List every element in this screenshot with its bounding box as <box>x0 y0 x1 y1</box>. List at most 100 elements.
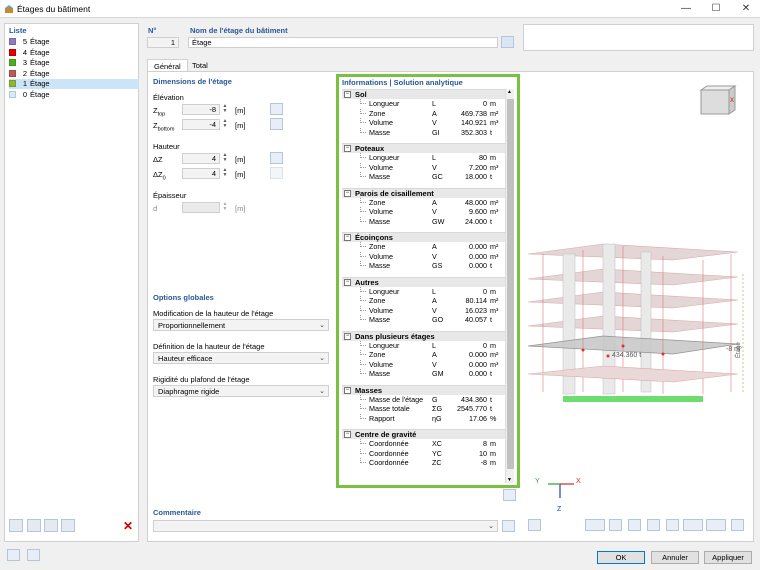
window-title: Étages du bâtiment <box>17 4 91 14</box>
display-mode-button[interactable] <box>585 519 605 531</box>
model-view[interactable]: 434.360 t -8 m Étage X X Y Z <box>523 74 753 539</box>
dz0-button[interactable] <box>270 167 283 179</box>
view-options-button[interactable] <box>528 519 541 531</box>
copy-story-button[interactable] <box>27 519 41 532</box>
list-item[interactable]: 3 Étage <box>9 58 139 68</box>
height-mod-select[interactable]: Proportionnellement ⌄ <box>153 319 329 331</box>
tree-line <box>360 296 366 301</box>
no-field[interactable]: 1 <box>147 37 179 48</box>
comment-title: Commentaire <box>153 508 201 517</box>
zbottom-field[interactable]: -4 <box>182 119 220 130</box>
collapse-icon[interactable]: − <box>344 189 351 197</box>
view-3-button[interactable] <box>647 519 660 531</box>
pick-ztop-button[interactable] <box>270 103 283 115</box>
units-button[interactable] <box>7 549 20 561</box>
dz-button[interactable] <box>270 152 283 164</box>
dz-spinner[interactable]: ▲ ▼ <box>221 153 229 164</box>
collapse-icon[interactable]: − <box>344 278 351 286</box>
height-def-select[interactable]: Hauteur efficace ⌄ <box>153 352 329 364</box>
comment-input[interactable]: ⌄ <box>153 520 498 532</box>
ztop-unit: [m] <box>235 106 246 115</box>
list-item[interactable]: 0 Étage <box>9 90 139 100</box>
row-symbol: V <box>432 305 437 315</box>
ok-button[interactable]: OK <box>597 551 645 564</box>
info-row: Masse de l'étage G 434.360 t <box>342 394 509 405</box>
info-section[interactable]: − Parois de cisaillement <box>342 187 509 198</box>
info-row: Volume V 9.600 m³ <box>342 207 509 217</box>
zbottom-unit: [m] <box>235 121 246 130</box>
dz0-spinner[interactable]: ▲ ▼ <box>221 168 229 179</box>
rigidity-select[interactable]: Diaphragme rigide ⌄ <box>153 385 329 397</box>
info-section[interactable]: − Centre de gravité <box>342 429 509 439</box>
info-section[interactable]: − Masses <box>342 384 509 395</box>
color-swatch <box>9 91 16 98</box>
delete-icon[interactable]: ✕ <box>121 520 135 533</box>
info-section[interactable]: − Dans plusieurs étages <box>342 330 509 341</box>
comment-library-button[interactable] <box>502 520 515 532</box>
collapse-icon[interactable]: − <box>344 145 351 152</box>
row-name: Masse <box>369 261 391 270</box>
info-section[interactable]: − Sol <box>342 89 509 99</box>
minimize-button[interactable]: — <box>671 0 701 18</box>
row-value: 40.057 <box>465 315 487 324</box>
ztop-spinner[interactable]: ▲ ▼ <box>221 104 229 115</box>
new-story-button[interactable] <box>9 519 23 532</box>
list-item[interactable]: 2 Étage <box>9 69 139 79</box>
d-field[interactable] <box>182 202 220 213</box>
cancel-button[interactable]: Annuler <box>651 551 699 564</box>
dz-field[interactable]: 4 <box>182 153 220 164</box>
info-section[interactable]: − Écoinçons <box>342 232 509 242</box>
scroll-thumb[interactable] <box>507 99 514 469</box>
view-cube-x[interactable]: X <box>730 98 734 104</box>
insert-story-button[interactable] <box>44 519 58 532</box>
tree-line <box>360 305 366 311</box>
ztop-field[interactable]: -8 <box>182 104 220 115</box>
info-section[interactable]: − Poteaux <box>342 143 509 153</box>
edit-name-button[interactable] <box>501 36 514 48</box>
list-item[interactable]: 5 Étage <box>9 37 139 47</box>
collapse-icon[interactable]: − <box>344 91 351 98</box>
export-table-button[interactable] <box>503 489 516 501</box>
row-unit: m³ <box>490 359 499 369</box>
list-item[interactable]: 4 Étage <box>9 48 139 58</box>
visibility-button[interactable] <box>706 519 726 531</box>
formula-button[interactable] <box>27 549 40 561</box>
d-spinner[interactable]: ▲ ▼ <box>221 202 229 213</box>
view-2-button[interactable] <box>628 519 641 531</box>
row-symbol: ZC <box>432 458 442 467</box>
maximize-button[interactable]: ☐ <box>701 0 731 18</box>
apply-button[interactable]: Appliquer <box>704 551 752 564</box>
tree-line <box>360 162 366 168</box>
elevation-label: Élévation <box>153 93 184 102</box>
row-symbol: GS <box>432 261 443 270</box>
collapse-icon[interactable]: − <box>344 386 351 394</box>
scroll-up-icon[interactable]: ▲ <box>507 89 512 95</box>
info-row: Longueur L 0 m <box>342 286 509 297</box>
collapse-icon[interactable]: − <box>344 234 351 241</box>
info-section[interactable]: − Autres <box>342 276 509 287</box>
list-header: Liste <box>9 26 27 35</box>
row-name: Masse <box>369 369 391 378</box>
zbottom-spinner[interactable]: ▲ ▼ <box>221 119 229 130</box>
reset-view-button[interactable] <box>731 519 744 531</box>
view-4-button[interactable] <box>666 519 679 531</box>
list-item[interactable]: 1 Étage <box>9 79 139 90</box>
row-value: 48.000 <box>465 197 487 207</box>
row-value: 0.000 <box>469 242 487 251</box>
name-field[interactable]: Étage <box>188 37 498 48</box>
view-1-button[interactable] <box>609 519 622 531</box>
row-symbol: GW <box>432 216 445 226</box>
pick-zbottom-button[interactable] <box>270 118 283 130</box>
tree-line <box>360 197 366 203</box>
row-value: 0.000 <box>469 359 487 369</box>
info-title: Informations | Solution analytique <box>342 78 463 87</box>
render-button[interactable] <box>683 519 703 531</box>
close-button[interactable]: ✕ <box>731 0 760 18</box>
dz0-field[interactable]: 4 <box>182 168 220 179</box>
renumber-story-button[interactable] <box>61 519 75 532</box>
collapse-icon[interactable]: − <box>344 431 351 438</box>
collapse-icon[interactable]: − <box>344 332 351 340</box>
row-value: 2545.770 <box>457 404 487 413</box>
scroll-down-icon[interactable]: ▼ <box>507 477 512 483</box>
info-scrollbar[interactable]: ▲ ▼ <box>505 89 514 483</box>
